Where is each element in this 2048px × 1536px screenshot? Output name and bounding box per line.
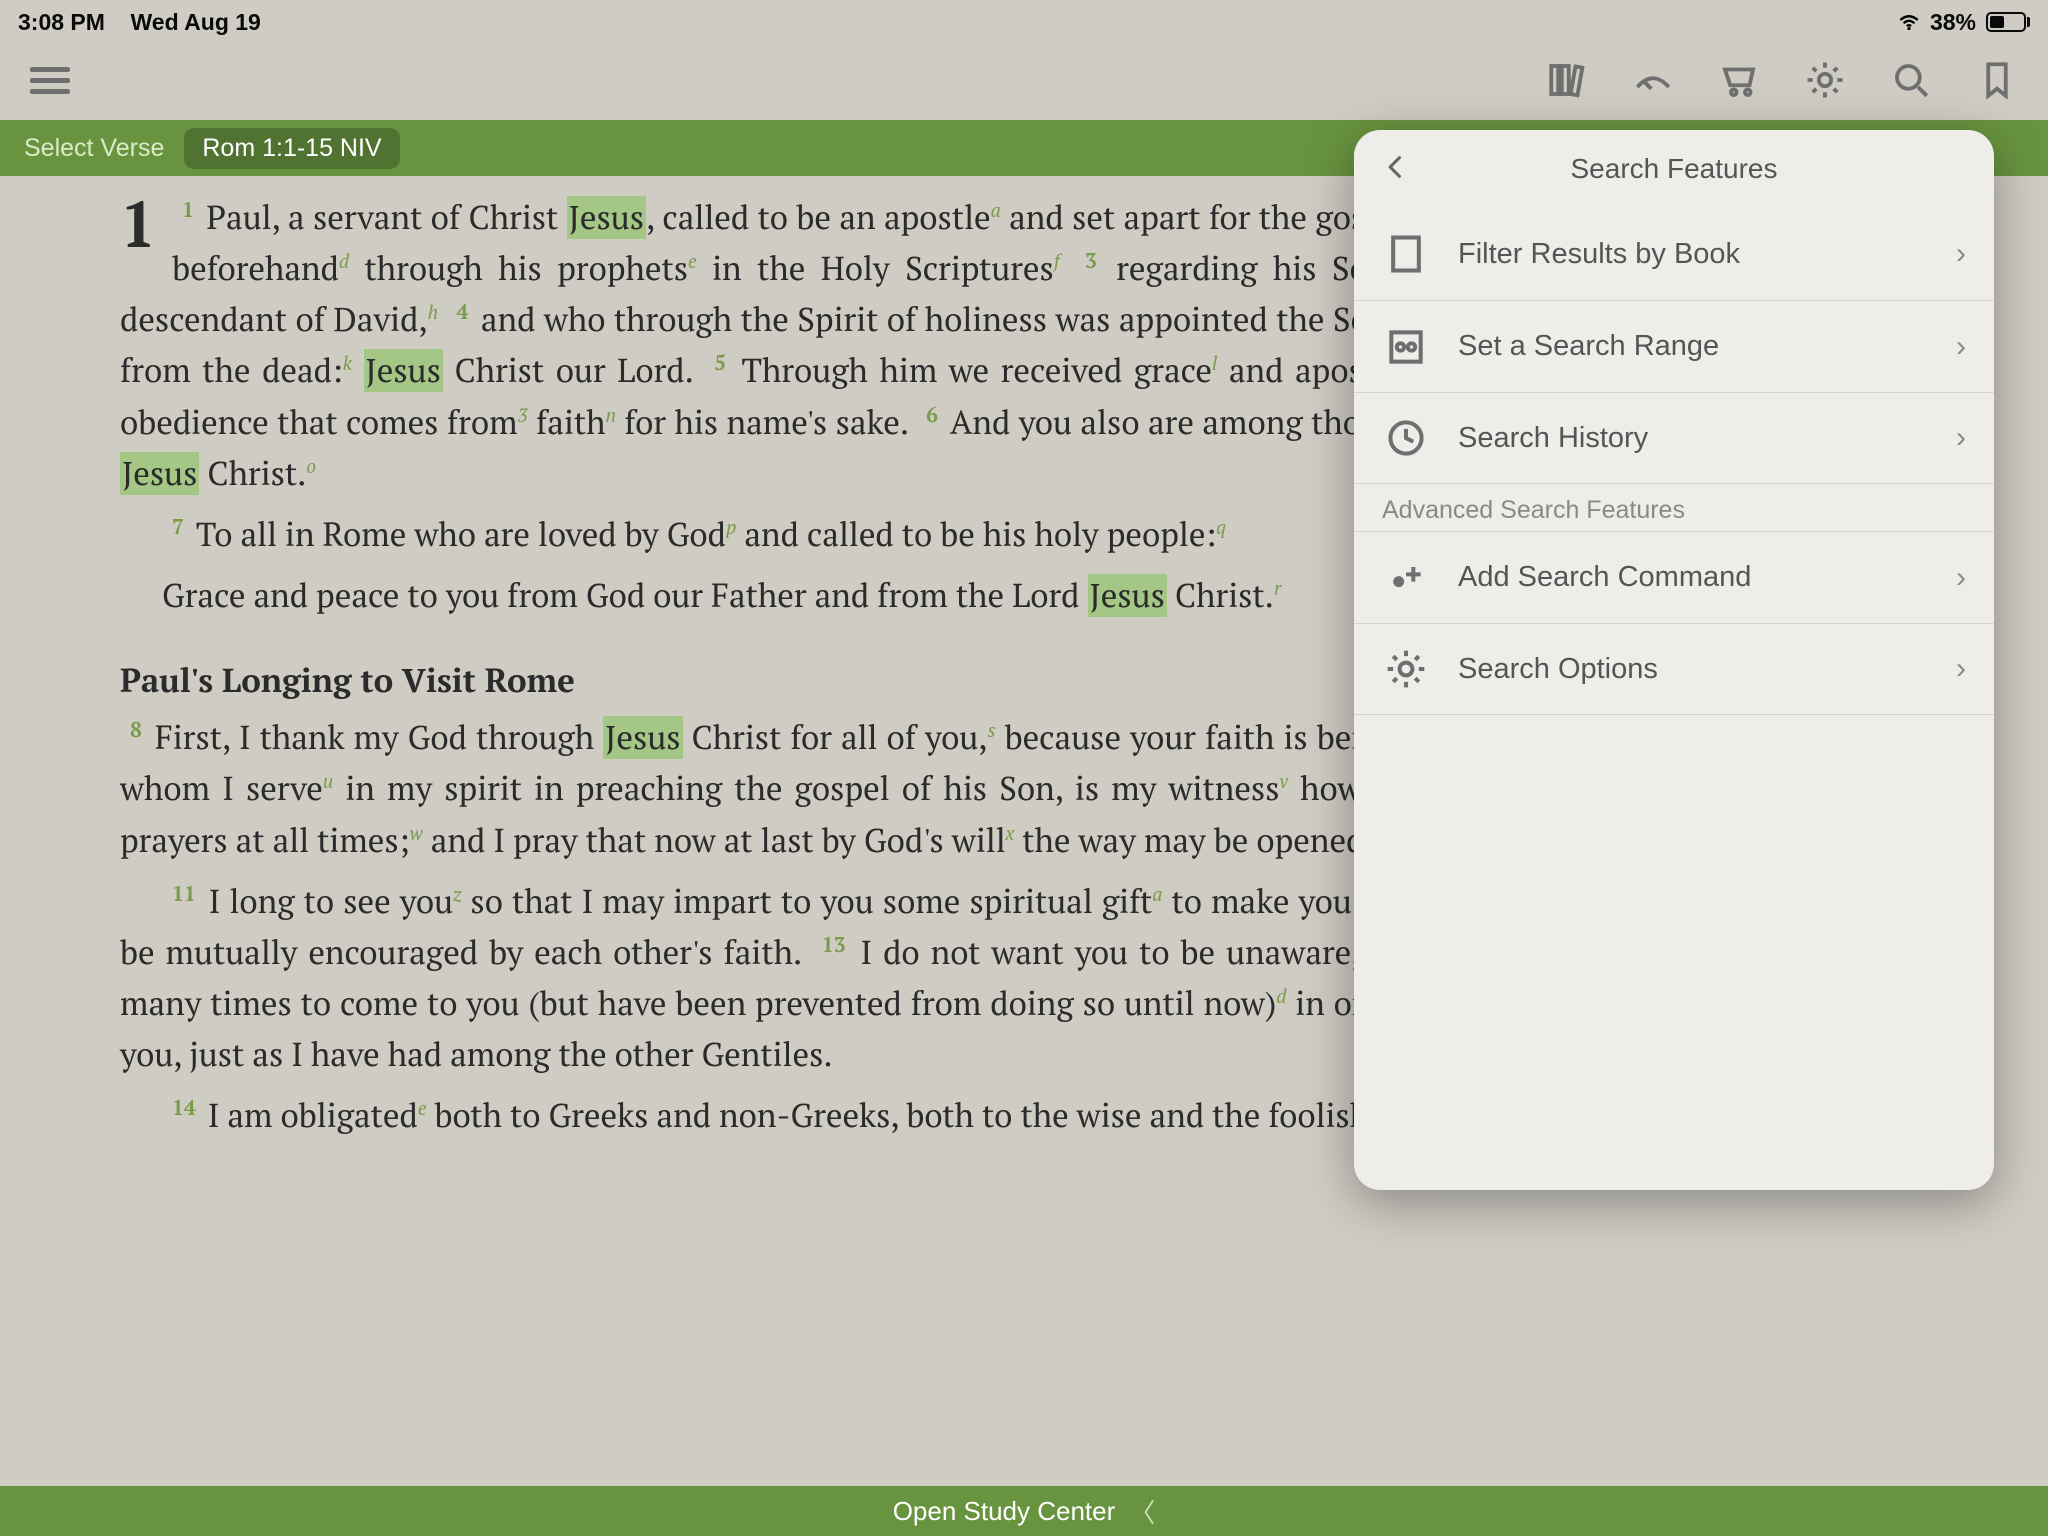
row-label: Set a Search Range bbox=[1458, 330, 1928, 363]
search-range-row[interactable]: Set a Search Range › bbox=[1354, 300, 1994, 392]
add-search-command-row[interactable]: Add Search Command › bbox=[1354, 531, 1994, 623]
book-outline-icon bbox=[1382, 230, 1430, 278]
status-bar: 3:08 PM Wed Aug 19 38% bbox=[0, 0, 2048, 40]
highlight-icon[interactable] bbox=[1632, 59, 1674, 101]
cart-icon[interactable] bbox=[1718, 59, 1760, 101]
library-icon[interactable] bbox=[1546, 59, 1588, 101]
chevron-right-icon: › bbox=[1956, 237, 1966, 271]
popover-subheading: Advanced Search Features bbox=[1354, 484, 1994, 531]
chevron-left-icon: 〈 bbox=[1129, 1493, 1155, 1530]
wifi-icon bbox=[1896, 9, 1922, 36]
row-label: Filter Results by Book bbox=[1458, 238, 1928, 271]
settings-icon[interactable] bbox=[1804, 59, 1846, 101]
status-right: 38% bbox=[1896, 9, 2030, 36]
menu-icon[interactable] bbox=[30, 67, 70, 94]
top-toolbar bbox=[0, 40, 2048, 120]
search-history-row[interactable]: Search History › bbox=[1354, 392, 1994, 484]
chevron-right-icon: › bbox=[1956, 652, 1966, 686]
status-time: 3:08 PM bbox=[18, 9, 105, 35]
status-date: Wed Aug 19 bbox=[131, 9, 261, 35]
battery-icon bbox=[1984, 12, 2030, 32]
battery-percentage: 38% bbox=[1930, 9, 1976, 36]
search-options-row[interactable]: Search Options › bbox=[1354, 623, 1994, 715]
history-icon bbox=[1382, 414, 1430, 462]
chapter-number: 1 bbox=[120, 196, 156, 254]
row-label: Add Search Command bbox=[1458, 561, 1928, 594]
row-label: Search History bbox=[1458, 422, 1928, 455]
search-icon[interactable] bbox=[1890, 59, 1932, 101]
chevron-right-icon: › bbox=[1956, 330, 1966, 364]
add-command-icon bbox=[1382, 554, 1430, 602]
chevron-right-icon: › bbox=[1956, 421, 1966, 455]
status-left: 3:08 PM Wed Aug 19 bbox=[18, 9, 261, 36]
popover-title: Search Features bbox=[1382, 153, 1966, 185]
study-center-label: Open Study Center bbox=[893, 1496, 1116, 1527]
popover-header: Search Features bbox=[1354, 130, 1994, 208]
verse-reference-chip[interactable]: Rom 1:1-15 NIV bbox=[184, 128, 399, 169]
bookmark-icon[interactable] bbox=[1976, 59, 2018, 101]
row-label: Search Options bbox=[1458, 653, 1928, 686]
range-icon bbox=[1382, 323, 1430, 371]
toolbar-icon-group bbox=[1546, 59, 2018, 101]
select-verse-button[interactable]: Select Verse bbox=[24, 134, 164, 163]
study-center-button[interactable]: Open Study Center 〈 bbox=[0, 1486, 2048, 1536]
search-features-popover: Search Features Filter Results by Book ›… bbox=[1354, 130, 1994, 1190]
gear-icon bbox=[1382, 645, 1430, 693]
chevron-right-icon: › bbox=[1956, 561, 1966, 595]
filter-results-row[interactable]: Filter Results by Book › bbox=[1354, 208, 1994, 300]
